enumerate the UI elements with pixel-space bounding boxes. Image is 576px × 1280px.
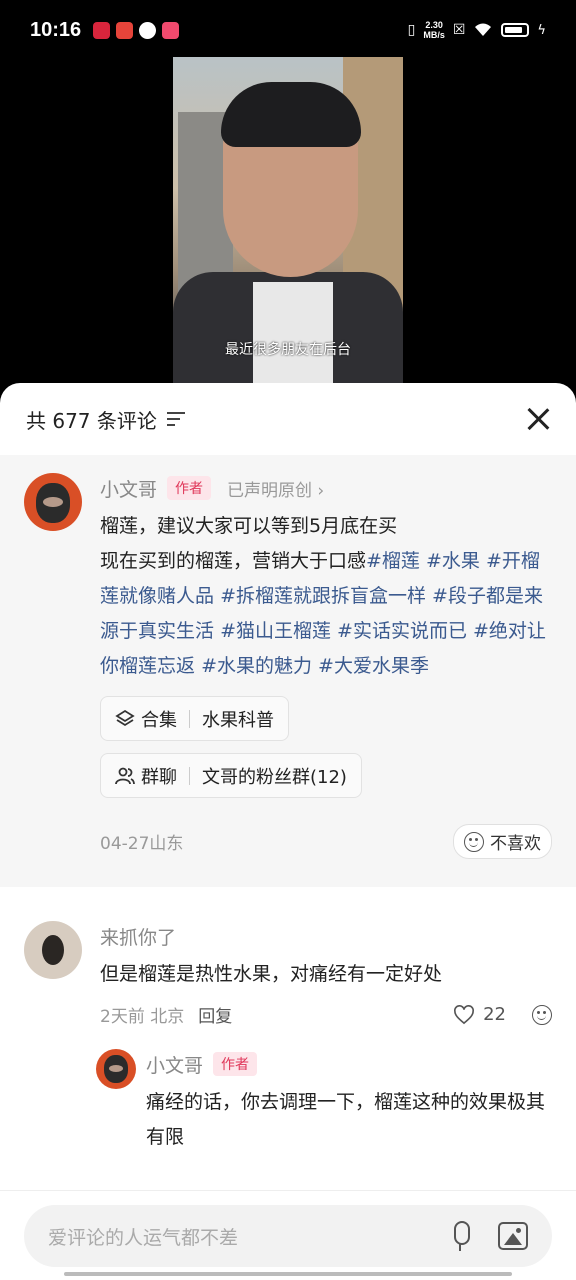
video-person-hair xyxy=(221,82,361,147)
original-declared-link[interactable]: 已声明原创 › xyxy=(227,476,324,501)
comment-text: 但是榴莲是热性水果，对痛经有一定好处 xyxy=(100,963,443,985)
net-speed-value: 2.30 xyxy=(425,20,443,30)
comment-date-location: 2天前 北京 xyxy=(100,1007,185,1027)
smile-icon xyxy=(464,831,484,852)
hashtag-link[interactable]: #实话实说而已 xyxy=(337,620,467,642)
charging-icon: ϟ xyxy=(537,22,546,38)
avatar[interactable] xyxy=(96,1049,136,1089)
hashtag-link[interactable]: #拆榴莲就跟拆盲盒一样 xyxy=(220,585,426,607)
video-subtitle: 最近很多朋友在后台 xyxy=(225,342,351,358)
avatar[interactable] xyxy=(24,473,82,531)
comment-date-location: 04-27山东 xyxy=(100,834,184,854)
name-row: 来抓你了 xyxy=(100,921,552,951)
group-chat-chip[interactable]: 群聊 文哥的粉丝群(12) xyxy=(100,753,362,798)
comment-actions: 2天前 北京 回复 22 xyxy=(100,1002,552,1027)
status-right: ▯ 2.30 MB/s ☒ ϟ xyxy=(408,20,546,40)
username[interactable]: 小文哥 xyxy=(146,1051,203,1078)
comment-body: 小文哥 作者 痛经的话，你去调理一下，榴莲这种的效果极其有限 xyxy=(146,1049,552,1155)
app-icon-circle xyxy=(139,21,157,39)
sort-filter-icon[interactable] xyxy=(166,412,185,426)
hashtag-link[interactable]: #大爱水果季 xyxy=(318,655,429,677)
reply-button[interactable]: 回复 xyxy=(198,1002,232,1027)
comment-text: 痛经的话，你去调理一下，榴莲这种的效果极其有限 xyxy=(146,1091,546,1148)
app-icon-news xyxy=(116,21,134,39)
video-player[interactable]: 最近很多朋友在后台 xyxy=(173,57,403,385)
comment-line: 现在买到的榴莲，营销大于口感 xyxy=(100,550,367,572)
name-row: 小文哥 作者 xyxy=(146,1049,552,1079)
net-speed-unit: MB/s xyxy=(423,30,445,40)
comment-item: 来抓你了 但是榴莲是热性水果，对痛经有一定好处 2天前 北京 回复 22 xyxy=(0,887,576,1027)
comment-input[interactable]: 爱评论的人运气都不差 xyxy=(24,1205,552,1267)
status-bar: 10:16 ▯ 2.30 MB/s ☒ ϟ xyxy=(0,0,576,60)
comment-body: 来抓你了 但是榴莲是热性水果，对痛经有一定好处 2天前 北京 回复 22 xyxy=(100,921,552,1027)
like-count: 22 xyxy=(483,1004,506,1025)
hashtag-link[interactable]: #猫山王榴莲 xyxy=(220,620,331,642)
app-icon-pink xyxy=(162,21,180,39)
chevron-right-icon: › xyxy=(317,480,325,501)
net-speed: 2.30 MB/s xyxy=(423,20,445,40)
reply-item: 小文哥 作者 痛经的话，你去调理一下，榴莲这种的效果极其有限 xyxy=(0,1027,576,1155)
comment-text: 榴莲，建议大家可以等到5月底在买 现在买到的榴莲，营销大于口感#榴莲 #水果 #… xyxy=(100,509,552,684)
image-icon[interactable] xyxy=(498,1222,528,1250)
avatar[interactable] xyxy=(24,921,82,979)
comment-sheet: 共 677 条评论 小文哥 作者 已声明原创 › 榴莲，建议大家可以等到5月底在… xyxy=(0,383,576,1280)
comment-body: 小文哥 作者 已声明原创 › 榴莲，建议大家可以等到5月底在买 现在买到的榴莲，… xyxy=(100,473,552,859)
smile-icon[interactable] xyxy=(532,1004,552,1025)
microphone-icon[interactable] xyxy=(450,1221,470,1251)
comment-input-bar: 爱评论的人运气都不差 xyxy=(0,1190,576,1280)
comment-count-title: 共 677 条评论 xyxy=(26,408,157,433)
hashtag-link[interactable]: #榴莲 xyxy=(366,550,420,572)
name-row: 小文哥 作者 已声明原创 › xyxy=(100,473,552,503)
sim-icon: ☒ xyxy=(452,22,466,38)
notification-icons xyxy=(93,21,180,39)
heart-icon xyxy=(454,1004,475,1024)
video-person-shirt xyxy=(253,282,333,385)
author-badge: 作者 xyxy=(213,1052,258,1076)
like-button[interactable]: 22 xyxy=(453,1004,506,1025)
dislike-button[interactable]: 不喜欢 xyxy=(453,824,552,859)
app-icon-red xyxy=(93,21,111,39)
pinned-comment: 小文哥 作者 已声明原创 › 榴莲，建议大家可以等到5月底在买 现在买到的榴莲，… xyxy=(0,455,576,887)
group-chat-label: 群聊 xyxy=(141,766,177,788)
comment-meta: 04-27山东 不喜欢 xyxy=(100,824,552,859)
author-badge: 作者 xyxy=(167,476,212,500)
vibrate-icon: ▯ xyxy=(407,22,416,38)
group-users-icon xyxy=(115,767,135,784)
comment-line: 榴莲，建议大家可以等到5月底在买 xyxy=(100,515,398,537)
hashtag-link[interactable]: #水果 xyxy=(426,550,480,572)
battery-icon xyxy=(501,23,530,37)
clock: 10:16 xyxy=(30,18,82,41)
collection-label: 合集 xyxy=(141,709,177,731)
username[interactable]: 小文哥 xyxy=(100,475,157,502)
collection-chip[interactable]: 合集 水果科普 xyxy=(100,696,289,741)
wifi-icon xyxy=(475,23,492,36)
comment-input-placeholder: 爱评论的人运气都不差 xyxy=(48,1226,239,1249)
sheet-header: 共 677 条评论 xyxy=(0,383,576,455)
username[interactable]: 来抓你了 xyxy=(100,923,176,950)
original-declared-label: 已声明原创 xyxy=(227,480,313,501)
group-chat-name: 文哥的粉丝群(12) xyxy=(202,766,347,788)
layers-icon xyxy=(115,709,135,726)
hashtag-link[interactable]: #水果的魅力 xyxy=(201,655,312,677)
home-indicator xyxy=(64,1272,512,1276)
collection-name: 水果科普 xyxy=(202,709,274,731)
dislike-label: 不喜欢 xyxy=(490,834,541,854)
close-icon[interactable] xyxy=(526,407,550,431)
